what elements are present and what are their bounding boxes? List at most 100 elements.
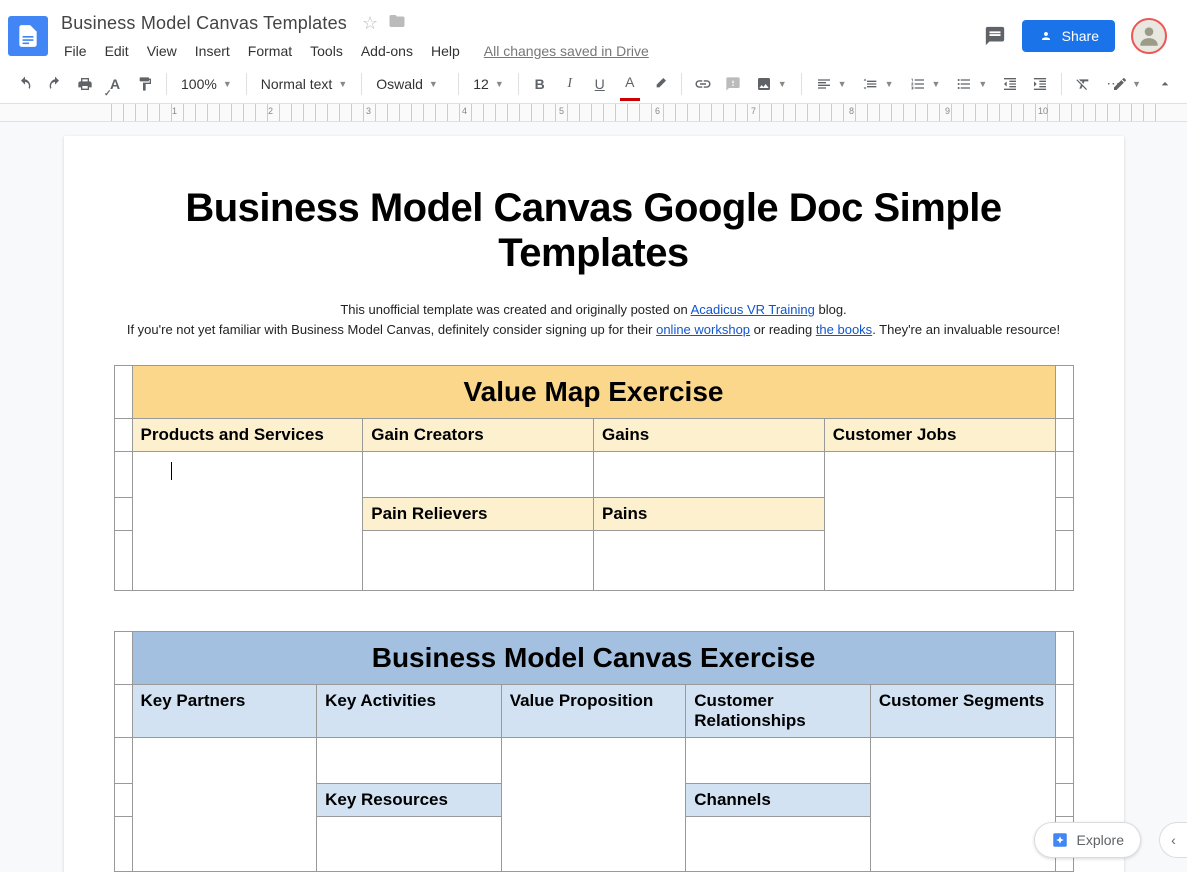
- link-button[interactable]: [690, 71, 716, 97]
- menu-addons[interactable]: Add-ons: [353, 39, 421, 63]
- link-acadicus[interactable]: Acadicus VR Training: [691, 302, 815, 317]
- hdr-products: Products and Services: [132, 419, 363, 452]
- indent-button[interactable]: [1027, 71, 1053, 97]
- cell-rel[interactable]: [686, 738, 871, 784]
- text-cursor: [171, 462, 172, 480]
- style-value: Normal text: [261, 76, 333, 92]
- zoom-combo[interactable]: 100%▼: [175, 76, 238, 92]
- cell-seg[interactable]: [870, 738, 1055, 872]
- hdr-seg: Customer Segments: [870, 685, 1055, 738]
- print-button[interactable]: [72, 71, 98, 97]
- font-size-combo[interactable]: 12▼: [467, 76, 510, 92]
- hdr-rel: Customer Relationships: [686, 685, 871, 738]
- hdr-jobs: Customer Jobs: [824, 419, 1055, 452]
- clear-format-button[interactable]: [1070, 71, 1096, 97]
- page[interactable]: Business Model Canvas Google Doc Simple …: [64, 136, 1124, 872]
- hdr-relievers: Pain Relievers: [363, 498, 594, 531]
- avatar[interactable]: [1131, 18, 1167, 54]
- bmc-title: Business Model Canvas Exercise: [132, 632, 1055, 685]
- app-header: Business Model Canvas Templates ☆ File E…: [0, 0, 1187, 64]
- ruler-tick: 10: [1038, 106, 1048, 116]
- numbered-list-button[interactable]: ▼: [904, 76, 947, 92]
- explore-button[interactable]: Explore: [1034, 822, 1141, 858]
- menu-help[interactable]: Help: [423, 39, 468, 63]
- menu-file[interactable]: File: [56, 39, 95, 63]
- menu-tools[interactable]: Tools: [302, 39, 351, 63]
- underline-button[interactable]: U: [587, 71, 613, 97]
- paragraph-style-combo[interactable]: Normal text▼: [255, 76, 354, 92]
- ruler-tick: 8: [849, 106, 854, 116]
- comment-button[interactable]: [720, 71, 746, 97]
- hdr-activities: Key Activities: [317, 685, 502, 738]
- star-icon[interactable]: ☆: [362, 13, 378, 34]
- cell-channels[interactable]: [686, 817, 871, 872]
- menu-view[interactable]: View: [139, 39, 185, 63]
- redo-button[interactable]: [42, 71, 68, 97]
- value-map-table[interactable]: Value Map Exercise Products and Services…: [114, 365, 1074, 591]
- hdr-creators: Gain Creators: [363, 419, 594, 452]
- text-color-button[interactable]: A: [617, 71, 643, 97]
- cell-resources[interactable]: [317, 817, 502, 872]
- cell-activities[interactable]: [317, 738, 502, 784]
- folder-icon[interactable]: [388, 12, 406, 35]
- zoom-value: 100%: [181, 76, 217, 92]
- undo-button[interactable]: [12, 71, 38, 97]
- hdr-resources: Key Resources: [317, 784, 502, 817]
- docs-logo[interactable]: [8, 16, 48, 56]
- collapse-toolbar-button[interactable]: [1157, 76, 1173, 97]
- cell-jobs[interactable]: [824, 452, 1055, 591]
- ruler-tick: 1: [172, 106, 177, 116]
- cell-value[interactable]: [501, 738, 686, 872]
- value-map-title: Value Map Exercise: [132, 366, 1055, 419]
- link-workshop[interactable]: online workshop: [656, 322, 750, 337]
- cell-pains[interactable]: [594, 531, 825, 591]
- hdr-partners: Key Partners: [132, 685, 317, 738]
- menu-bar: File Edit View Insert Format Tools Add-o…: [56, 39, 984, 63]
- menu-edit[interactable]: Edit: [97, 39, 137, 63]
- font-value: Oswald: [376, 76, 423, 92]
- ruler-tick: 6: [655, 106, 660, 116]
- image-button[interactable]: ▼: [750, 76, 793, 92]
- cell-relievers[interactable]: [363, 531, 594, 591]
- cell-gains[interactable]: [594, 452, 825, 498]
- hdr-channels: Channels: [686, 784, 871, 817]
- bmc-table[interactable]: Business Model Canvas Exercise Key Partn…: [114, 631, 1074, 872]
- cell-partners[interactable]: [132, 738, 317, 872]
- link-books[interactable]: the books: [816, 322, 872, 337]
- share-button[interactable]: Share: [1022, 20, 1115, 52]
- explore-label: Explore: [1077, 832, 1124, 848]
- ruler-tick: 2: [268, 106, 273, 116]
- menu-insert[interactable]: Insert: [187, 39, 238, 63]
- paint-format-button[interactable]: [132, 71, 158, 97]
- document-title[interactable]: Business Model Canvas Templates: [56, 10, 352, 37]
- outdent-button[interactable]: [997, 71, 1023, 97]
- cell-creators[interactable]: [363, 452, 594, 498]
- ruler-tick: 7: [751, 106, 756, 116]
- ruler-tick: 9: [945, 106, 950, 116]
- font-combo[interactable]: Oswald▼: [370, 76, 450, 92]
- comments-icon[interactable]: [984, 25, 1006, 47]
- line-spacing-button[interactable]: ▼: [857, 76, 900, 92]
- highlight-button[interactable]: [647, 71, 673, 97]
- ruler-tick: 5: [559, 106, 564, 116]
- ruler-tick: 3: [366, 106, 371, 116]
- spellcheck-button[interactable]: A✓: [102, 71, 128, 97]
- bold-button[interactable]: B: [527, 71, 553, 97]
- hdr-gains: Gains: [594, 419, 825, 452]
- page-title: Business Model Canvas Google Doc Simple …: [114, 186, 1074, 276]
- document-canvas[interactable]: Business Model Canvas Google Doc Simple …: [0, 122, 1187, 872]
- hdr-value: Value Proposition: [501, 685, 686, 738]
- italic-button[interactable]: I: [557, 71, 583, 97]
- ruler[interactable]: 1 2 3 4 5 6 7 8 9 10: [0, 104, 1187, 122]
- save-status[interactable]: All changes saved in Drive: [484, 43, 649, 59]
- editing-mode-button[interactable]: ▼: [1112, 76, 1141, 92]
- hdr-pains: Pains: [594, 498, 825, 531]
- menu-format[interactable]: Format: [240, 39, 300, 63]
- size-value: 12: [473, 76, 489, 92]
- side-panel-toggle[interactable]: ‹: [1159, 822, 1187, 858]
- toolbar: A✓ 100%▼ Normal text▼ Oswald▼ 12▼ B I U …: [0, 64, 1187, 104]
- align-button[interactable]: ▼: [810, 76, 853, 92]
- bullet-list-button[interactable]: ▼: [950, 76, 993, 92]
- cell-products[interactable]: [132, 452, 363, 591]
- ruler-tick: 4: [462, 106, 467, 116]
